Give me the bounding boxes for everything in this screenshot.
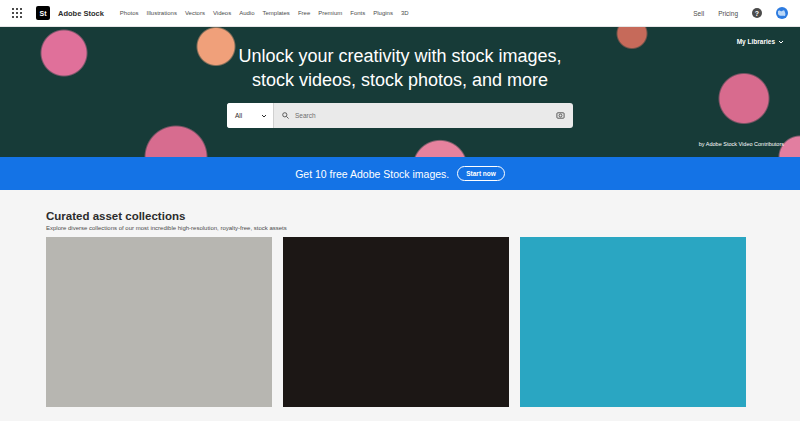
chevron-down-icon	[261, 113, 267, 119]
nav-left: St Adobe Stock Photos Illustrations Vectors V…	[12, 6, 409, 20]
avatar-icon[interactable]	[776, 7, 788, 19]
nav-link[interactable]: Sell	[693, 10, 704, 17]
nav-item[interactable]: Plugins	[373, 10, 393, 16]
nav-item[interactable]: Videos	[213, 10, 231, 16]
nav-item[interactable]: Vectors	[185, 10, 205, 16]
search-icon	[282, 112, 289, 119]
section-subtitle: Explore diverse collections of our most …	[46, 224, 746, 233]
page: St Adobe Stock Photos Illustrations Vectors V…	[0, 0, 800, 421]
search-scope-dropdown[interactable]: All	[227, 103, 274, 128]
my-libraries-button[interactable]: My Libraries	[737, 38, 784, 45]
promo-text: Get 10 free Adobe Stock images.	[295, 168, 449, 180]
nav-item[interactable]: 3D	[401, 10, 409, 16]
nav-item[interactable]: Fonts	[350, 10, 365, 16]
hero-title-line: stock videos, stock photos, and more	[252, 68, 548, 92]
promo-banner: Get 10 free Adobe Stock images. Start now	[0, 157, 800, 190]
chevron-down-icon	[778, 39, 784, 45]
hero-title-line: Unlock your creativity with stock images…	[238, 44, 561, 68]
top-nav: St Adobe Stock Photos Illustrations Vectors V…	[0, 0, 800, 27]
collection-card[interactable]	[46, 237, 272, 407]
hero-credit: by Adobe Stock Video Contributors	[699, 141, 784, 147]
search-placeholder: Search	[295, 112, 550, 119]
nav-item[interactable]: Photos	[120, 10, 139, 16]
collection-card[interactable]	[283, 237, 509, 407]
nav-link[interactable]: Pricing	[718, 10, 738, 17]
collection-cards	[46, 237, 746, 407]
nav-item[interactable]: Audio	[239, 10, 254, 16]
curated-collections: Curated asset collectionsExplore diverse…	[0, 190, 800, 421]
nav-item[interactable]: Illustrations	[147, 10, 177, 16]
hero-title: Unlock your creativity with stock images…	[238, 44, 561, 92]
start-now-button[interactable]: Start now	[457, 166, 505, 181]
nav-right: Sell Pricing?	[693, 7, 788, 19]
brand-name[interactable]: Adobe Stock	[58, 9, 104, 18]
nav-item[interactable]: Free	[298, 10, 310, 16]
search-field[interactable]: Search	[274, 103, 573, 128]
visual-search-icon[interactable]	[556, 111, 565, 120]
search-bar: All Search	[227, 103, 573, 128]
adobe-stock-logo[interactable]: St	[36, 6, 50, 20]
section-title: Curated asset collections	[46, 209, 746, 223]
help-icon[interactable]: ?	[752, 8, 762, 18]
hero: My Libraries Unlock your creativity with …	[0, 27, 800, 157]
collection-card[interactable]	[520, 237, 746, 407]
nav-item[interactable]: Premium	[318, 10, 342, 16]
app-grid-icon[interactable]	[12, 8, 22, 18]
nav-item[interactable]: Templates	[263, 10, 290, 16]
